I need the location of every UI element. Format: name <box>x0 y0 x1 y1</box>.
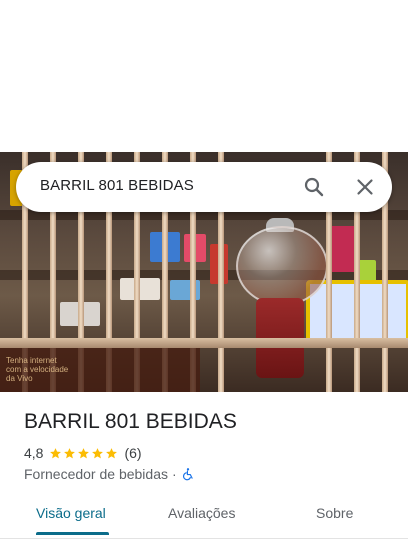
sign-text-line: com a velocidade <box>6 365 69 374</box>
star-icon <box>106 447 118 458</box>
fence-rail <box>0 338 408 348</box>
rating-stars <box>49 447 118 460</box>
tab-about[interactable]: Sobre <box>316 505 353 521</box>
place-tabs: Visão geral Avaliações Sobre <box>0 497 408 537</box>
tab-reviews[interactable]: Avaliações <box>168 505 235 521</box>
star-icon <box>78 447 90 458</box>
map-area-blank <box>0 0 408 152</box>
sign-text: Tenha internet com a velocidade da Vivo <box>6 356 116 383</box>
review-count[interactable]: (6) <box>124 445 141 461</box>
star-icon <box>64 447 76 458</box>
place-category: Fornecedor de bebidas <box>24 466 168 482</box>
sign-text-line: Tenha internet <box>6 356 57 365</box>
search-bar[interactable]: BARRIL 801 BEBIDAS <box>16 162 392 212</box>
tab-overview[interactable]: Visão geral <box>36 505 106 521</box>
gumball-machine <box>236 226 328 306</box>
place-title: BARRIL 801 BEBIDAS <box>24 410 237 433</box>
star-icon <box>50 447 62 458</box>
separator-dot: · <box>172 466 177 482</box>
star-icon <box>92 447 104 458</box>
product <box>120 278 160 300</box>
search-icon[interactable] <box>302 175 326 199</box>
wheelchair-accessible-icon <box>182 468 193 481</box>
rating-row[interactable]: 4,8 (6) <box>24 444 142 462</box>
sign-text-line: da Vivo <box>6 374 33 383</box>
category-row: Fornecedor de bebidas · <box>24 465 195 483</box>
active-tab-indicator <box>36 532 109 535</box>
tabs-divider <box>0 538 408 539</box>
rating-value: 4,8 <box>24 445 44 461</box>
close-icon[interactable] <box>353 175 377 199</box>
search-input[interactable]: BARRIL 801 BEBIDAS <box>40 177 194 194</box>
